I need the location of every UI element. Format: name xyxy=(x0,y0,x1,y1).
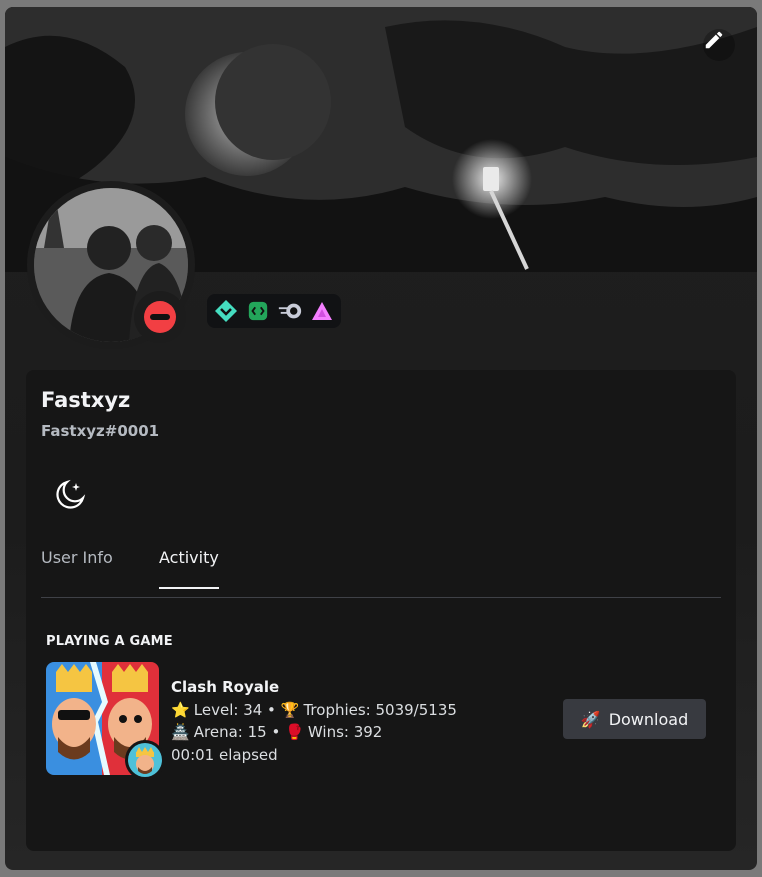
boxing-glove-icon: 🥊 xyxy=(285,723,304,741)
profile-tabs: User Info Activity xyxy=(41,540,721,598)
arena-icon: 🏯 xyxy=(171,723,190,741)
activity-section-title: PLAYING A GAME xyxy=(46,634,173,649)
trophies-text: Trophies: 5039/5135 xyxy=(303,700,457,719)
username: Fastxyz#0001 xyxy=(41,422,160,440)
arena-text: Arena: 15 • xyxy=(193,723,281,741)
custom-status-moon-icon xyxy=(53,478,87,516)
rocket-icon: 🚀 xyxy=(580,709,601,729)
badge-list xyxy=(207,294,341,328)
display-name: Fastxyz xyxy=(41,388,131,412)
boost-triangle-icon[interactable] xyxy=(309,298,335,324)
do-not-disturb-icon xyxy=(144,301,176,333)
edit-banner-button[interactable] xyxy=(703,29,735,61)
game-name: Clash Royale xyxy=(171,678,280,696)
status-indicator xyxy=(134,291,186,343)
elapsed-time: 00:01 elapsed xyxy=(171,745,278,764)
star-icon: ⭐ xyxy=(171,700,190,719)
wins-text: Wins: 392 xyxy=(307,723,383,741)
hypesquad-balance-icon[interactable] xyxy=(213,298,239,324)
nitro-orb-icon[interactable] xyxy=(277,298,303,324)
game-details: Clash Royale ⭐ Level: 34 • 🏆 Trophies: 5… xyxy=(171,676,457,766)
tab-activity[interactable]: Activity xyxy=(159,548,219,589)
game-details-line: ⭐ Level: 34 • 🏆 Trophies: 5039/5135 xyxy=(171,699,457,722)
active-developer-icon[interactable] xyxy=(245,298,271,324)
download-button[interactable]: 🚀 Download xyxy=(563,699,706,739)
game-small-image xyxy=(125,740,165,780)
trophy-icon: 🏆 xyxy=(280,700,300,719)
pencil-icon xyxy=(705,31,723,49)
download-button-label: Download xyxy=(608,709,689,729)
profile-card: Fastxyz Fastxyz#0001 User Info Activity … xyxy=(5,7,757,870)
game-state-line: 🏯 Arena: 15 • 🥊 Wins: 392 xyxy=(171,721,457,744)
tab-user-info[interactable]: User Info xyxy=(41,548,113,587)
level-text: Level: 34 • xyxy=(193,700,276,719)
profile-body: Fastxyz Fastxyz#0001 User Info Activity … xyxy=(26,370,736,851)
